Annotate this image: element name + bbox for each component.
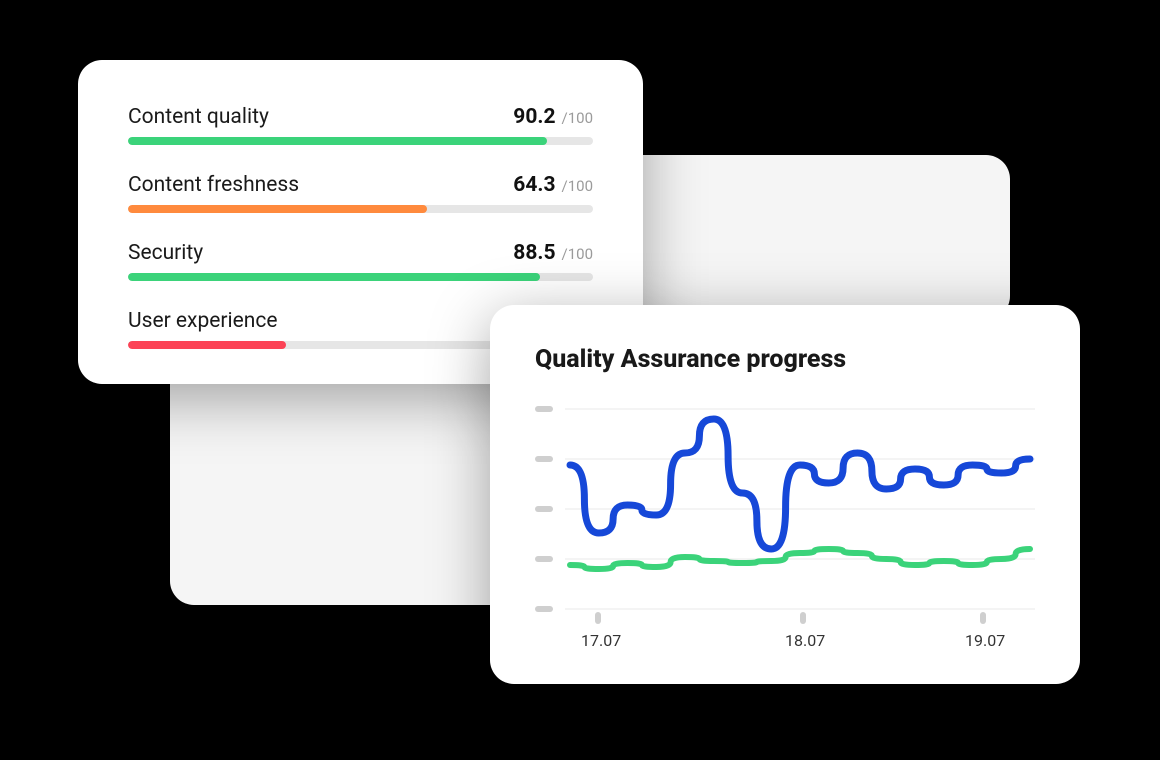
y-tick-icon [535, 506, 553, 512]
metric-label: Content quality [128, 105, 269, 129]
metric-security: Security 88.5 /100 [128, 241, 593, 281]
metric-label: User experience [128, 309, 277, 333]
metric-label: Security [128, 241, 203, 265]
metric-max: /100 [562, 245, 593, 263]
metric-bar-fill [128, 205, 427, 213]
metric-value: 64.3 [513, 173, 555, 197]
background-card-right [620, 155, 1010, 320]
metric-value: 90.2 [513, 105, 555, 129]
metric-value-wrap: 64.3 /100 [513, 173, 593, 197]
chart-card: Quality Assurance progress 17.07 18.07 1… [490, 305, 1080, 684]
metric-bar-fill [128, 137, 547, 145]
metric-max: /100 [562, 109, 593, 127]
metric-value-wrap: 90.2 /100 [513, 105, 593, 129]
metric-bar [128, 137, 593, 145]
metric-content-quality: Content quality 90.2 /100 [128, 105, 593, 145]
metric-content-freshness: Content freshness 64.3 /100 [128, 173, 593, 213]
chart-x-label: 17.07 [581, 631, 621, 650]
chart-x-label: 18.07 [785, 631, 825, 650]
chart-area: 17.07 18.07 19.07 [535, 394, 1035, 654]
metric-bar [128, 205, 593, 213]
x-tick-icon [595, 612, 601, 624]
metric-value-wrap: 88.5 /100 [513, 241, 593, 265]
y-tick-icon [535, 456, 553, 462]
metric-max: /100 [562, 177, 593, 195]
metric-bar-fill [128, 273, 540, 281]
y-tick-icon [535, 406, 553, 412]
metric-bar [128, 273, 593, 281]
y-tick-icon [535, 556, 553, 562]
chart-series-a [570, 419, 1030, 549]
chart-title: Quality Assurance progress [535, 345, 1035, 374]
metric-bar-fill [128, 341, 286, 349]
y-tick-icon [535, 606, 553, 612]
x-tick-icon [980, 612, 986, 624]
chart-x-label: 19.07 [965, 631, 1005, 650]
x-tick-icon [800, 612, 806, 624]
qa-progress-chart: 17.07 18.07 19.07 [535, 394, 1035, 654]
metric-label: Content freshness [128, 173, 299, 197]
metric-value: 88.5 [513, 241, 555, 265]
